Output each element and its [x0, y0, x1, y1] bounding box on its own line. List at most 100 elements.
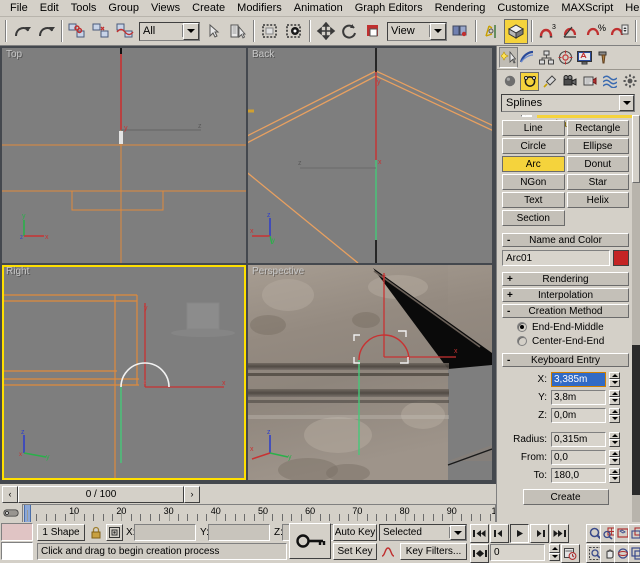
- set-key-curve-button[interactable]: [379, 543, 397, 560]
- redo-button[interactable]: [34, 19, 58, 44]
- select-and-scale-button[interactable]: [361, 19, 385, 44]
- percent-snap-toggle-button[interactable]: %: [584, 19, 608, 44]
- rollout-header-keyboard-entry[interactable]: - Keyboard Entry: [502, 353, 629, 367]
- shape-button-donut[interactable]: Donut: [567, 156, 630, 172]
- go-to-start-button[interactable]: [470, 524, 489, 543]
- viewport-top[interactable]: Top y z y x z: [2, 48, 246, 263]
- spinner-down[interactable]: [609, 475, 620, 483]
- angle-snap-toggle-button[interactable]: [560, 19, 584, 44]
- unlink-selection-button[interactable]: [89, 19, 113, 44]
- spinner-up[interactable]: [549, 544, 560, 553]
- menu-item-create[interactable]: Create: [186, 0, 231, 16]
- auto-key-button[interactable]: Auto Key: [333, 524, 377, 541]
- undo-button[interactable]: [10, 19, 34, 44]
- x-coordinate-input[interactable]: [134, 524, 196, 541]
- spinner-up[interactable]: [609, 432, 620, 440]
- rollout-header-interpolation[interactable]: + Interpolation: [502, 288, 629, 302]
- select-and-rotate-button[interactable]: [337, 19, 361, 44]
- spinner-up[interactable]: [609, 468, 620, 476]
- radio-button-end-end-middle[interactable]: [517, 322, 527, 332]
- y-coordinate-input[interactable]: [208, 524, 270, 541]
- shape-button-text[interactable]: Text: [502, 192, 565, 208]
- time-configuration-button[interactable]: [561, 544, 580, 563]
- creation-method-option-end-end-middle[interactable]: End-End-Middle: [499, 320, 632, 334]
- zoom-extents-all-button[interactable]: [628, 524, 640, 543]
- menu-item-graph-editors[interactable]: Graph Editors: [349, 0, 429, 16]
- shape-button-rectangle[interactable]: Rectangle: [567, 120, 630, 136]
- object-name-input[interactable]: Arc01: [502, 250, 610, 266]
- tab-utilities[interactable]: [594, 47, 613, 68]
- current-frame-spinner[interactable]: [549, 544, 560, 561]
- category-systems[interactable]: [620, 72, 639, 91]
- command-panel-scrollbar[interactable]: [632, 115, 640, 522]
- keyboard-entry-spinner-radius[interactable]: [609, 432, 620, 447]
- time-slider-prev-button[interactable]: ‹: [2, 486, 18, 503]
- selection-lock-toggle[interactable]: [88, 525, 103, 540]
- spinner-up[interactable]: [609, 450, 620, 458]
- spinner-snap-toggle-button[interactable]: [608, 19, 632, 44]
- spinner-up[interactable]: [609, 372, 620, 380]
- shape-button-line[interactable]: Line: [502, 120, 565, 136]
- animation-selection-set-dropdown[interactable]: Selected: [379, 524, 467, 541]
- viewport-label-right[interactable]: Right: [6, 266, 29, 277]
- command-panel-scrollbar-track-dark[interactable]: [632, 345, 640, 495]
- viewport-label-perspective[interactable]: Perspective: [252, 266, 304, 277]
- current-frame-input[interactable]: 0: [490, 544, 545, 561]
- subcategory-dropdown[interactable]: Splines: [501, 94, 635, 112]
- spinner-down[interactable]: [609, 397, 620, 405]
- window-crossing-button[interactable]: [282, 19, 306, 44]
- category-cameras[interactable]: [560, 72, 579, 91]
- play-animation-button[interactable]: [510, 524, 529, 543]
- maximize-viewport-toggle-button[interactable]: [628, 544, 640, 563]
- shape-button-star[interactable]: Star: [567, 174, 630, 190]
- keyboard-entry-spinner-to[interactable]: [609, 468, 620, 483]
- chevron-down-icon[interactable]: [450, 525, 466, 540]
- chevron-down-icon[interactable]: [430, 23, 446, 40]
- shape-button-circle[interactable]: Circle: [502, 138, 565, 154]
- pivot-point-center-button[interactable]: [449, 19, 473, 44]
- menu-item-views[interactable]: Views: [145, 0, 186, 16]
- object-color-swatch[interactable]: [613, 250, 629, 266]
- category-shapes[interactable]: [520, 72, 539, 91]
- category-helpers[interactable]: [580, 72, 599, 91]
- tab-modify[interactable]: [518, 47, 537, 68]
- time-slider-next-button[interactable]: ›: [184, 486, 200, 503]
- reference-coordinate-dropdown[interactable]: View: [387, 22, 446, 41]
- menu-item-group[interactable]: Group: [102, 0, 145, 16]
- rollout-toggle-minus[interactable]: -: [507, 235, 510, 246]
- select-and-link-button[interactable]: [66, 19, 90, 44]
- time-slider-thumb[interactable]: 0 / 100: [18, 486, 184, 503]
- keyboard-entry-input-from[interactable]: 0,0: [551, 450, 606, 465]
- spinner-down[interactable]: [549, 553, 560, 562]
- set-key-button[interactable]: Set Key: [333, 543, 377, 560]
- menu-item-file[interactable]: File: [4, 0, 34, 16]
- category-geometry[interactable]: [500, 72, 519, 91]
- track-bar-ruler[interactable]: 102030405060708090100: [22, 504, 496, 522]
- tab-create[interactable]: [499, 47, 518, 68]
- category-space-warps[interactable]: [600, 72, 619, 91]
- selection-filter-dropdown[interactable]: All: [139, 22, 200, 41]
- keyboard-entry-input-radius[interactable]: 0,315m: [551, 432, 606, 447]
- keyboard-entry-spinner-y[interactable]: [609, 390, 620, 405]
- viewport-label-back[interactable]: Back: [252, 49, 274, 60]
- menu-item-edit[interactable]: Edit: [34, 0, 65, 16]
- spinner-down[interactable]: [609, 457, 620, 465]
- chevron-down-icon[interactable]: [619, 95, 634, 111]
- start-new-shape-checkbox[interactable]: [521, 115, 532, 117]
- shape-button-section[interactable]: Section: [502, 210, 565, 226]
- menu-item-customize[interactable]: Customize: [491, 0, 555, 16]
- spinner-up[interactable]: [609, 390, 620, 398]
- menu-item-animation[interactable]: Animation: [288, 0, 349, 16]
- rollout-toggle-minus[interactable]: -: [507, 355, 510, 366]
- shape-button-ngon[interactable]: NGon: [502, 174, 565, 190]
- snaps-toggle-button[interactable]: 3: [536, 19, 560, 44]
- keyboard-entry-input-y[interactable]: 3,8m: [551, 390, 606, 405]
- spinner-down[interactable]: [609, 415, 620, 423]
- keyboard-entry-input-to[interactable]: 180,0: [551, 468, 606, 483]
- bind-to-space-warp-button[interactable]: [113, 19, 137, 44]
- selection-region-button[interactable]: [258, 19, 282, 44]
- menu-item-help[interactable]: Help: [619, 0, 640, 16]
- spinner-up[interactable]: [609, 408, 620, 416]
- key-mode-button[interactable]: [470, 544, 489, 563]
- keyboard-entry-spinner-z[interactable]: [609, 408, 620, 423]
